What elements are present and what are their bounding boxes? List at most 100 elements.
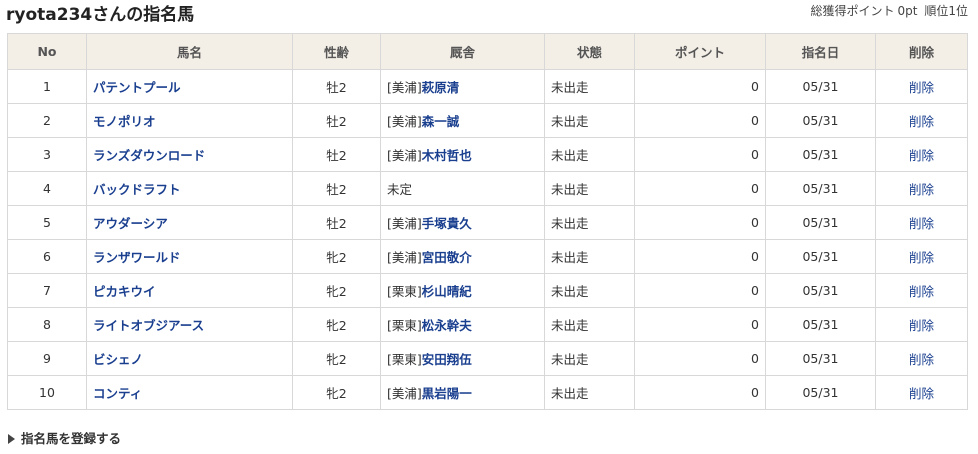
horse-cell: モノポリオ xyxy=(86,103,293,138)
status: 未出走 xyxy=(544,69,635,104)
column-header-horse: 馬名 xyxy=(86,33,293,70)
trainer-name[interactable]: 杉山晴紀 xyxy=(422,284,472,299)
nominated-horses-table: No 馬名 性齢 厩舎 状態 ポイント 指名日 削除 1 パテントプール 牡2 [美浦… xyxy=(7,33,968,410)
trainer-name[interactable]: 森一誠 xyxy=(422,114,460,129)
delete-link[interactable]: 削除 xyxy=(909,182,934,197)
horse-cell: バックドラフト xyxy=(86,171,293,206)
stable-cell: [美浦]木村哲也 xyxy=(380,137,545,172)
sex-age: 牡2 xyxy=(292,205,381,240)
delete-cell: 削除 xyxy=(875,375,968,410)
points: 0 xyxy=(634,205,766,240)
delete-link[interactable]: 削除 xyxy=(909,318,934,333)
register-horse-link[interactable]: 指名馬を登録する xyxy=(8,428,121,447)
stable-cell: [栗東]杉山晴紀 xyxy=(380,273,545,308)
horse-name-link[interactable]: ランズダウンロード xyxy=(93,148,205,163)
delete-link[interactable]: 削除 xyxy=(909,216,934,231)
stable-region: [栗東] xyxy=(387,318,422,333)
table-row: 7 ピカキウイ 牝2 [栗東]杉山晴紀 未出走 0 05/31 削除 xyxy=(7,273,968,308)
sex-age: 牝2 xyxy=(292,273,381,308)
row-number: 8 xyxy=(7,307,87,342)
status: 未出走 xyxy=(544,103,635,138)
row-number: 3 xyxy=(7,137,87,172)
row-number: 6 xyxy=(7,239,87,274)
table-row: 6 ランザワールド 牝2 [美浦]宮田敬介 未出走 0 05/31 削除 xyxy=(7,239,968,274)
row-number: 4 xyxy=(7,171,87,206)
trainer-name[interactable]: 萩原清 xyxy=(422,80,460,95)
row-number: 2 xyxy=(7,103,87,138)
nomination-date: 05/31 xyxy=(765,307,876,342)
trainer-name[interactable]: 松永幹夫 xyxy=(422,318,472,333)
delete-link[interactable]: 削除 xyxy=(909,250,934,265)
stable-cell: [美浦]森一誠 xyxy=(380,103,545,138)
horse-cell: ランズダウンロード xyxy=(86,137,293,172)
points: 0 xyxy=(634,171,766,206)
stable-cell: [美浦]宮田敬介 xyxy=(380,239,545,274)
points-value: 0pt xyxy=(897,4,918,18)
delete-cell: 削除 xyxy=(875,273,968,308)
delete-link[interactable]: 削除 xyxy=(909,114,934,129)
delete-link[interactable]: 削除 xyxy=(909,80,934,95)
status: 未出走 xyxy=(544,205,635,240)
delete-cell: 削除 xyxy=(875,171,968,206)
delete-link[interactable]: 削除 xyxy=(909,148,934,163)
status: 未出走 xyxy=(544,239,635,274)
sex-age: 牝2 xyxy=(292,375,381,410)
delete-link[interactable]: 削除 xyxy=(909,352,934,367)
nomination-date: 05/31 xyxy=(765,103,876,138)
delete-link[interactable]: 削除 xyxy=(909,284,934,299)
nomination-date: 05/31 xyxy=(765,341,876,376)
stable-region: [栗東] xyxy=(387,352,422,367)
rank-value: 1位 xyxy=(948,4,968,18)
row-number: 5 xyxy=(7,205,87,240)
horse-name-link[interactable]: アウダーシア xyxy=(93,216,168,231)
points: 0 xyxy=(634,341,766,376)
table-row: 4 バックドラフト 牡2 未定 未出走 0 05/31 削除 xyxy=(7,171,968,206)
points: 0 xyxy=(634,103,766,138)
sex-age: 牝2 xyxy=(292,307,381,342)
horse-name-link[interactable]: バックドラフト xyxy=(93,182,181,197)
stable-cell: [栗東]松永幹夫 xyxy=(380,307,545,342)
stable-region: [美浦] xyxy=(387,216,422,231)
horse-cell: ピカキウイ xyxy=(86,273,293,308)
delete-cell: 削除 xyxy=(875,239,968,274)
column-header-delete: 削除 xyxy=(875,33,968,70)
points: 0 xyxy=(634,239,766,274)
sex-age: 牝2 xyxy=(292,341,381,376)
trainer-name[interactable]: 黒岩陽一 xyxy=(422,386,472,401)
horse-name-link[interactable]: コンティ xyxy=(93,386,142,401)
rank-label: 順位 xyxy=(924,4,949,18)
trainer-name: 未定 xyxy=(387,182,413,197)
table-row: 10 コンティ 牝2 [美浦]黒岩陽一 未出走 0 05/31 削除 xyxy=(7,375,968,410)
horse-cell: ランザワールド xyxy=(86,239,293,274)
horse-name-link[interactable]: ピカキウイ xyxy=(93,284,156,299)
trainer-name[interactable]: 安田翔伍 xyxy=(422,352,472,367)
column-header-date: 指名日 xyxy=(765,33,876,70)
delete-cell: 削除 xyxy=(875,341,968,376)
stable-region: [美浦] xyxy=(387,250,422,265)
column-header-sex-age: 性齢 xyxy=(292,33,381,70)
horse-name-link[interactable]: ランザワールド xyxy=(93,250,181,265)
horse-name-link[interactable]: ライトオブジアース xyxy=(93,318,204,333)
table-row: 3 ランズダウンロード 牡2 [美浦]木村哲也 未出走 0 05/31 削除 xyxy=(7,137,968,172)
status: 未出走 xyxy=(544,171,635,206)
horse-name-link[interactable]: モノポリオ xyxy=(93,114,156,129)
table-row: 1 パテントプール 牡2 [美浦]萩原清 未出走 0 05/31 削除 xyxy=(7,69,968,104)
sex-age: 牡2 xyxy=(292,69,381,104)
delete-link[interactable]: 削除 xyxy=(909,386,934,401)
status: 未出走 xyxy=(544,341,635,376)
delete-cell: 削除 xyxy=(875,103,968,138)
trainer-name[interactable]: 宮田敬介 xyxy=(422,250,472,265)
trainer-name[interactable]: 手塚貴久 xyxy=(422,216,472,231)
column-header-status: 状態 xyxy=(544,33,635,70)
horse-name-link[interactable]: ビシェノ xyxy=(93,352,143,367)
trainer-name[interactable]: 木村哲也 xyxy=(422,148,472,163)
status: 未出走 xyxy=(544,137,635,172)
page: ryota234さんの指名馬 総獲得ポイント 0pt 順位1位 No 馬名 性齢 … xyxy=(0,0,978,454)
points-label: 総獲得ポイント xyxy=(810,4,895,18)
column-header-stable: 厩舎 xyxy=(380,33,545,70)
stable-cell: [美浦]黒岩陽一 xyxy=(380,375,545,410)
nomination-date: 05/31 xyxy=(765,171,876,206)
horse-name-link[interactable]: パテントプール xyxy=(93,80,181,95)
points: 0 xyxy=(634,69,766,104)
status: 未出走 xyxy=(544,307,635,342)
